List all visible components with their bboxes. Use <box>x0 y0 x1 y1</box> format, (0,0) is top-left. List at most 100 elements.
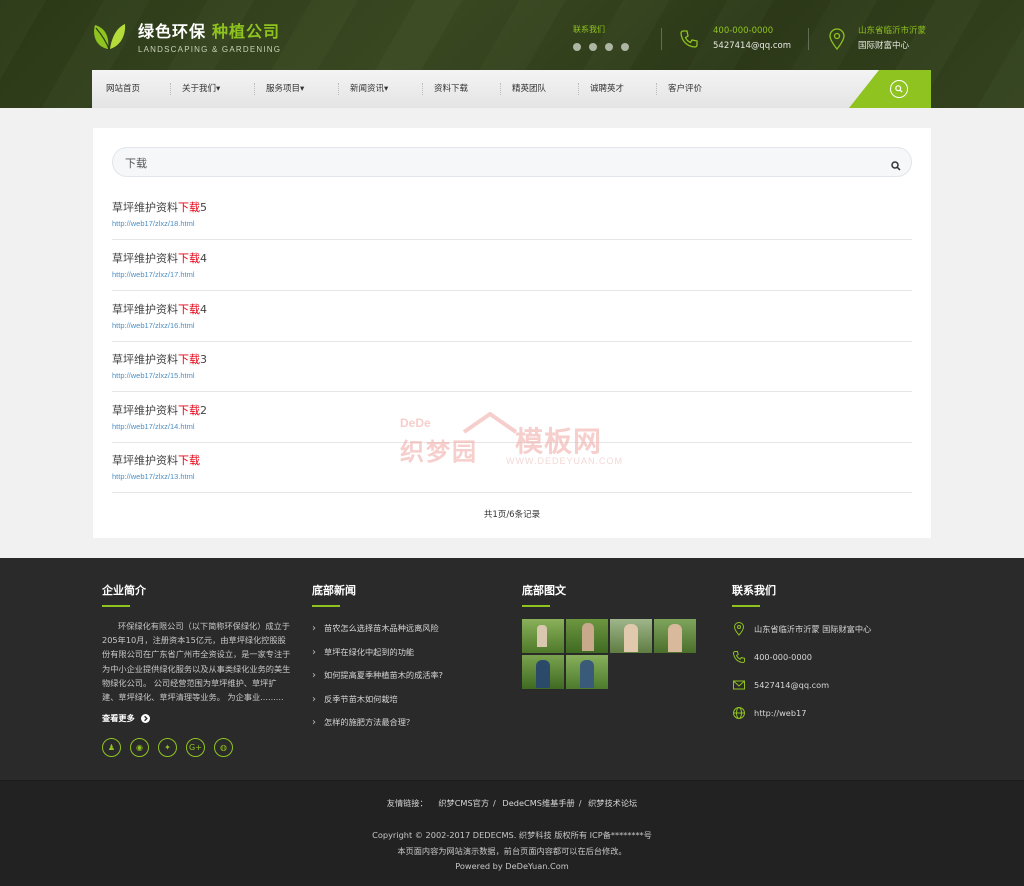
result-title-suffix: 5 <box>200 201 207 214</box>
result-title-text: 草坪维护资料 <box>112 404 178 417</box>
logo-tagline: LANDSCAPING & GARDENING <box>138 45 282 54</box>
read-more-link[interactable]: 查看更多 <box>102 712 292 724</box>
qq-icon[interactable] <box>589 43 597 51</box>
google-plus-icon[interactable]: G+ <box>186 738 205 758</box>
result-title-suffix: 2 <box>200 404 207 417</box>
header-address-line1: 山东省临沂市沂蒙 <box>858 26 927 36</box>
header-phone: 400-000-0000 5427414@qq.com <box>679 24 791 54</box>
gallery-thumbnail[interactable] <box>566 655 608 689</box>
pagination-summary: 共1页/6条记录 <box>483 510 541 520</box>
result-title[interactable]: 草坪维护资料下载5 <box>112 199 207 215</box>
nav-item-team[interactable]: 精英团队 <box>512 70 579 108</box>
result-title-text: 草坪维护资料 <box>112 201 178 214</box>
result-keyword: 下载 <box>178 353 200 366</box>
result-title-text: 草坪维护资料 <box>112 303 178 316</box>
watermark-url: WWW.DEDEYUAN.COM <box>506 456 623 466</box>
footer-news-item[interactable]: 如何提高夏季种植苗木的成活率? <box>312 664 443 688</box>
footer-email: 5427414@qq.com <box>732 671 871 699</box>
nav-item-services[interactable]: 服务项目▾ <box>266 70 339 108</box>
globe-icon <box>733 707 745 719</box>
result-item: 草坪维护资料下载3 http://web17/zlxz/15.html <box>112 342 912 392</box>
footer-news: 底部新闻 苗农怎么选择苗木品种远离风险 草坪在绿化中起到的功能 如何提高夏季种植… <box>312 582 443 735</box>
footer-news-item[interactable]: 反季节苗木如何栽培 <box>312 688 443 712</box>
header-email[interactable]: 5427414@qq.com <box>713 39 791 54</box>
gallery-thumbnail[interactable] <box>522 655 564 689</box>
result-title[interactable]: 草坪维护资料下载4 <box>112 250 207 266</box>
gallery-thumbnail[interactable] <box>566 619 608 653</box>
gallery-thumbnail[interactable] <box>522 619 564 653</box>
nav-search-button[interactable] <box>849 70 931 108</box>
footer-address: 山东省临沂市沂蒙 国际财富中心 <box>732 615 871 643</box>
search-icon <box>890 80 908 98</box>
read-more-label: 查看更多 <box>102 713 135 724</box>
footer-email-text[interactable]: 5427414@qq.com <box>754 680 829 690</box>
result-url[interactable]: http://web17/zlxz/14.html <box>112 422 195 431</box>
heading-underline <box>102 605 130 607</box>
qq-icon[interactable]: ♟ <box>102 738 121 758</box>
heading-underline <box>312 605 340 607</box>
header-phone-number[interactable]: 400-000-0000 <box>713 24 791 39</box>
logo-name-main: 绿色环保 <box>138 22 207 41</box>
result-item: 草坪维护资料下载5 http://web17/zlxz/18.html <box>112 190 912 240</box>
copyright-text: Copyright © 2002-2017 DEDECMS. 织梦科技 版权所有… <box>372 830 652 840</box>
footer-news-item[interactable]: 草坪在绿化中起到的功能 <box>312 641 443 665</box>
weibo-icon[interactable]: ◉ <box>130 738 149 758</box>
weibo-icon[interactable] <box>621 43 629 51</box>
footer-news-item[interactable]: 苗农怎么选择苗木品种远离风险 <box>312 617 443 641</box>
result-title-text: 草坪维护资料 <box>112 454 178 467</box>
friend-link[interactable]: 织梦技术论坛 <box>588 798 637 808</box>
result-title[interactable]: 草坪维护资料下载4 <box>112 301 207 317</box>
contact-label: 联系我们 <box>573 25 605 34</box>
site-footer: 企业简介 环保绿化有限公司（以下简称环保绿化）成立于205年10月，注册资本15… <box>0 558 1024 780</box>
powered-by[interactable]: Powered by DeDeYuan.Com <box>0 861 1024 871</box>
site-logo[interactable]: 绿色环保 种植公司 LANDSCAPING & GARDENING <box>92 18 281 54</box>
leaf-logo-icon <box>92 19 126 53</box>
result-url[interactable]: http://web17/zlxz/15.html <box>112 371 195 380</box>
result-url[interactable]: http://web17/zlxz/17.html <box>112 270 195 279</box>
footer-phone-text[interactable]: 400-000-0000 <box>754 652 812 662</box>
main-nav: 网站首页 关于我们▾ 服务项目▾ 新闻资讯▾ 资料下载 精英团队 诚聘英才 客户… <box>92 70 931 108</box>
watermark-brand: DeDe <box>400 416 431 430</box>
nav-item-downloads[interactable]: 资料下载 <box>434 70 501 108</box>
logo-title: 绿色环保 种植公司 <box>138 18 281 42</box>
friend-link[interactable]: DedeCMS维基手册 <box>502 798 574 808</box>
footer-contact: 联系我们 山东省临沂市沂蒙 国际财富中心 400-000-0000 542741… <box>732 582 871 727</box>
footer-website: http://web17 <box>732 699 871 727</box>
result-url[interactable]: http://web17/zlxz/16.html <box>112 321 195 330</box>
nav-item-careers[interactable]: 诚聘英才 <box>590 70 657 108</box>
pinterest-icon[interactable] <box>605 43 613 51</box>
result-title[interactable]: 草坪维护资料下载2 <box>112 402 207 418</box>
footer-contact-title: 联系我们 <box>732 584 776 597</box>
nav-item-about[interactable]: 关于我们▾ <box>182 70 255 108</box>
footer-phone: 400-000-0000 <box>732 643 871 671</box>
footer-website-text[interactable]: http://web17 <box>754 708 806 718</box>
result-title[interactable]: 草坪维护资料下载3 <box>112 351 207 367</box>
nav-item-news[interactable]: 新闻资讯▾ <box>350 70 423 108</box>
result-title-suffix: 4 <box>200 303 207 316</box>
result-title[interactable]: 草坪维护资料下载 <box>112 452 200 468</box>
result-url[interactable]: http://web17/zlxz/18.html <box>112 219 195 228</box>
result-url[interactable]: http://web17/zlxz/13.html <box>112 472 195 481</box>
location-pin-icon <box>829 28 845 50</box>
friend-links: 友情链接： 织梦CMS官方 / DedeCMS维基手册 / 织梦技术论坛 <box>386 798 638 808</box>
friend-link[interactable]: 织梦CMS官方 <box>438 798 489 808</box>
footer-intro: 企业简介 环保绿化有限公司（以下简称环保绿化）成立于205年10月，注册资本15… <box>102 582 292 758</box>
nav-item-home[interactable]: 网站首页 <box>106 70 171 108</box>
footer-news-item[interactable]: 怎样的施肥方法最合理？ <box>312 711 443 735</box>
demo-notice: 本页面内容为网站演示数据，前台页面内容都可以在后台修改。 <box>397 846 627 856</box>
header-social: 联系我们 <box>573 24 629 51</box>
arrow-right-circle-icon <box>140 713 150 723</box>
result-title-text: 草坪维护资料 <box>112 252 178 265</box>
footer-intro-text: 环保绿化有限公司（以下简称环保绿化）成立于205年10月，注册资本15亿元，由草… <box>102 621 291 703</box>
phone-icon <box>680 30 698 48</box>
wechat-icon[interactable]: ◍ <box>214 738 233 758</box>
gallery-thumbnail[interactable] <box>610 619 652 653</box>
search-input[interactable] <box>125 154 865 172</box>
footer-intro-title: 企业简介 <box>102 584 146 597</box>
gallery-thumbnail[interactable] <box>654 619 696 653</box>
twitter-icon[interactable]: ✦ <box>158 738 177 758</box>
nav-item-reviews[interactable]: 客户评价 <box>668 70 728 108</box>
search-submit-icon[interactable] <box>891 156 903 171</box>
header-divider <box>808 28 809 50</box>
wechat-icon[interactable] <box>573 43 581 51</box>
